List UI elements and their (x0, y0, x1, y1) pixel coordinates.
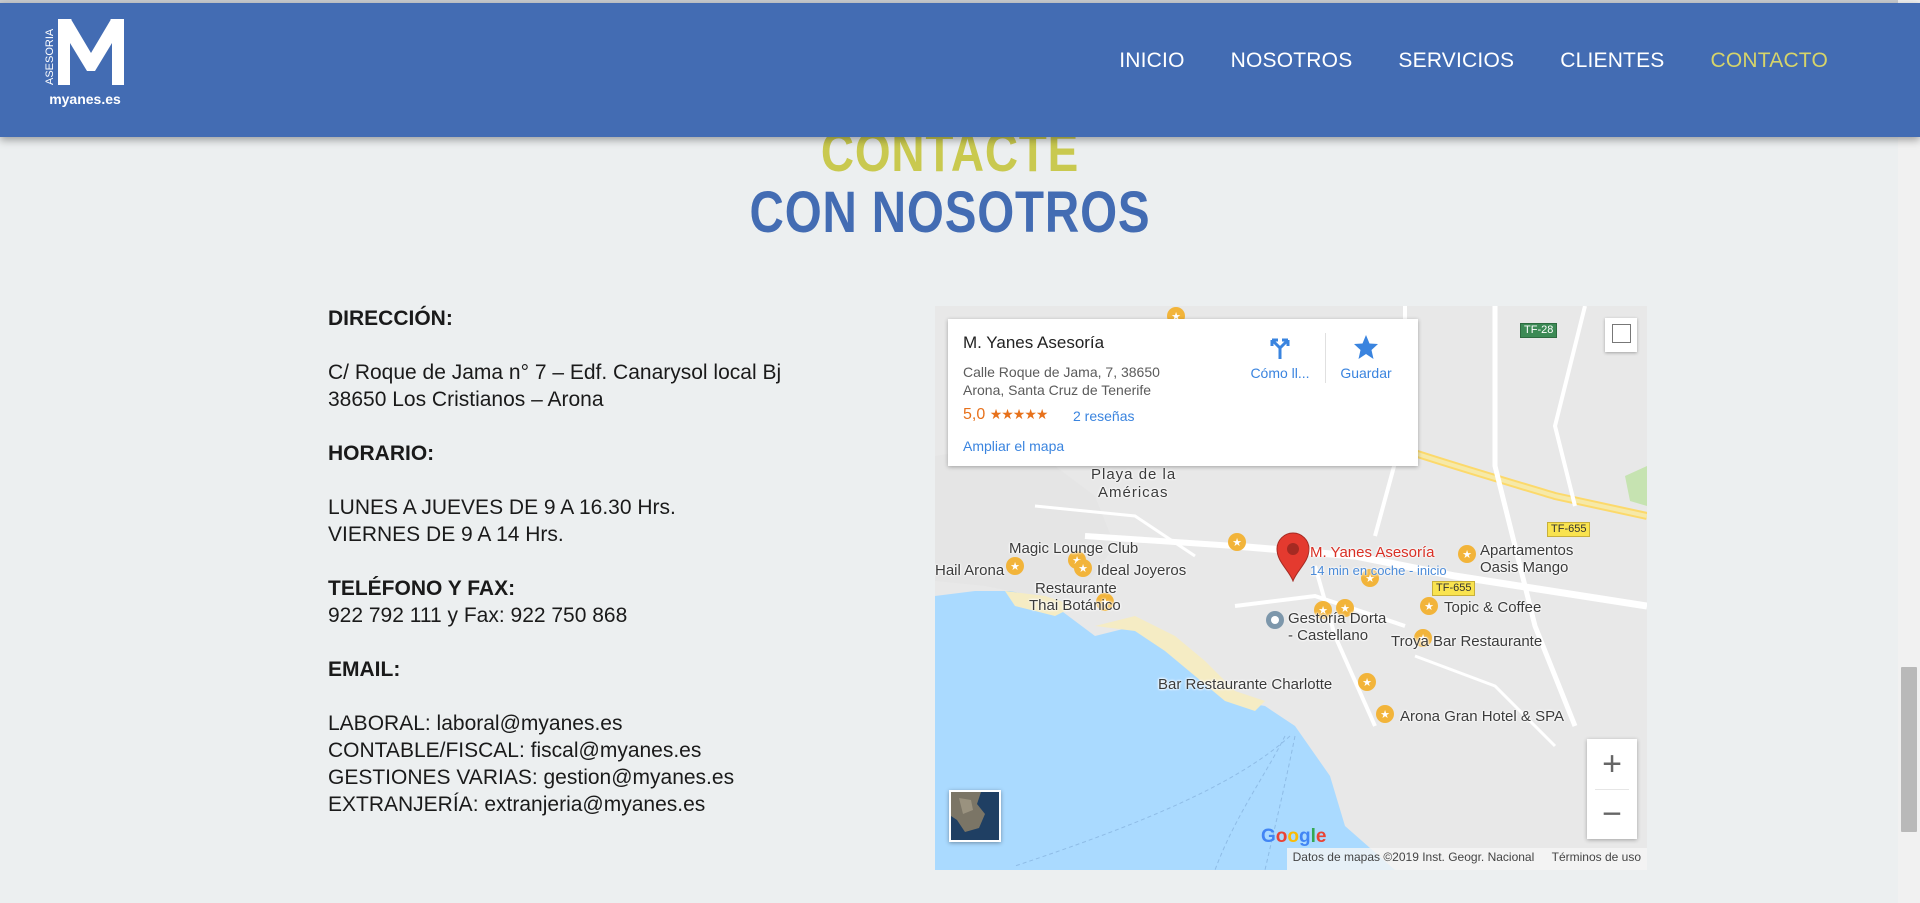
label-thai-botanico: Thai Botánico (1029, 597, 1121, 614)
nav-inicio[interactable]: INICIO (1119, 49, 1184, 73)
svg-text:★: ★ (1424, 600, 1434, 613)
svg-text:★: ★ (1380, 708, 1390, 721)
svg-text:★: ★ (1232, 536, 1242, 549)
label-apartamentos: Apartamentos (1480, 542, 1574, 559)
email-fiscal[interactable]: CONTABLE/FISCAL: fiscal@myanes.es (328, 737, 848, 764)
svg-text:★: ★ (1362, 676, 1372, 689)
phone-value: 922 792 111 y Fax: 922 750 868 (328, 604, 628, 627)
satellite-thumbnail-icon (951, 792, 999, 840)
svg-text:★: ★ (1462, 548, 1472, 561)
phone-label: TELÉFONO Y FAX: (328, 577, 516, 600)
contact-info: DIRECCIÓN: C/ Roque de Jama n° 7 – Edf. … (328, 305, 848, 818)
label-arona-hotel: Arona Gran Hotel & SPA (1400, 708, 1564, 725)
google-logo: Google (1261, 826, 1327, 847)
label-oasis-mango: Oasis Mango (1480, 559, 1569, 576)
nav-contacto[interactable]: CONTACTO (1711, 49, 1829, 73)
site-logo[interactable]: ASESORIA myanes.es (42, 17, 126, 113)
place-address: Calle Roque de Jama, 7, 38650 Arona, San… (963, 363, 1193, 399)
satellite-toggle[interactable] (949, 790, 1001, 842)
heading-con-nosotros: CON NOSOTROS (749, 180, 1151, 245)
map-data-credit: Datos de mapas ©2019 Inst. Geogr. Nacion… (1292, 850, 1535, 864)
reviews-link[interactable]: 2 reseñas (1073, 408, 1134, 424)
label-marker: M. Yanes Asesoría (1310, 544, 1435, 561)
poi-star-icon[interactable]: ★ (1375, 704, 1395, 724)
rating-value: 5,0 (963, 406, 986, 423)
google-map[interactable]: TF-28 TF-655 TF-655 ★ ★ ★ ★ ★ ★ ★ ★ ★ ★ … (935, 306, 1647, 870)
location-marker-icon[interactable] (1275, 532, 1311, 582)
poi-star-icon[interactable]: ★ (1419, 596, 1439, 616)
address-label: DIRECCIÓN: (328, 307, 453, 330)
email-laboral[interactable]: LABORAL: laboral@myanes.es (328, 710, 848, 737)
svg-text:ASESORIA: ASESORIA (44, 28, 56, 85)
directions-button[interactable]: Cómo ll... (1235, 329, 1325, 381)
scrollbar-thumb[interactable] (1901, 667, 1917, 832)
zoom-in-button[interactable]: + (1587, 739, 1637, 789)
terms-link[interactable]: Términos de uso (1552, 850, 1641, 864)
label-playa: Playa de la (1091, 466, 1177, 483)
label-charlotte: Bar Restaurante Charlotte (1158, 676, 1333, 693)
email-extranjeria[interactable]: EXTRANJERÍA: extranjeria@myanes.es (328, 791, 848, 818)
save-label: Guardar (1340, 365, 1392, 381)
nav-nosotros[interactable]: NOSOTROS (1231, 49, 1353, 73)
label-hail-arona: Hail Arona (935, 562, 1005, 579)
site-header: ASESORIA myanes.es INICIO NOSOTROS SERVI… (0, 3, 1920, 137)
zoom-control: + − (1587, 739, 1637, 839)
label-magic-lounge: Magic Lounge Club (1009, 540, 1139, 557)
svg-text:★: ★ (1078, 562, 1088, 575)
enlarge-map-link[interactable]: Ampliar el mapa (963, 438, 1064, 454)
place-address-line-2: Arona, Santa Cruz de Tenerife (963, 382, 1152, 398)
save-button[interactable]: Guardar (1321, 329, 1411, 381)
directions-label: Cómo ll... (1250, 365, 1310, 381)
poi-pin-icon[interactable] (1265, 610, 1285, 630)
label-restaurante: Restaurante (1035, 580, 1117, 597)
fullscreen-icon (1612, 324, 1631, 343)
place-card: M. Yanes Asesoría Calle Roque de Jama, 7… (948, 319, 1418, 466)
email-label: EMAIL: (328, 658, 401, 681)
rating-stars-icon: ★★★★★ (989, 406, 1049, 422)
star-icon (1354, 335, 1378, 359)
hours-line-1: LUNES A JUEVES DE 9 A 16.30 Hrs. (328, 496, 676, 519)
email-gestion[interactable]: GESTIONES VARIAS: gestion@myanes.es (328, 764, 848, 791)
label-castellano: - Castellano (1288, 627, 1369, 644)
shield-tf28: TF-28 (1520, 323, 1558, 338)
place-rating: 5,0 ★★★★★ (963, 406, 1049, 424)
poi-star-icon[interactable]: ★ (1457, 544, 1477, 564)
address-line-1: C/ Roque de Jama n° 7 – Edf. Canarysol l… (328, 361, 782, 384)
hours-line-2: VIERNES DE 9 A 14 Hrs. (328, 523, 564, 546)
label-gestoria: Gestoría Dorta (1288, 610, 1387, 627)
address-line-2: 38650 Los Cristianos – Arona (328, 388, 604, 411)
main-nav: INICIO NOSOTROS SERVICIOS CLIENTES CONTA… (1073, 49, 1828, 73)
poi-star-icon[interactable]: ★ (1227, 532, 1247, 552)
nav-clientes[interactable]: CLIENTES (1560, 49, 1664, 73)
shield-tf655-b: TF-655 (1432, 581, 1476, 596)
label-topic-coffee: Topic & Coffee (1444, 599, 1542, 616)
zoom-out-button[interactable]: − (1587, 789, 1637, 839)
label-ideal-joyeros: Ideal Joyeros (1097, 562, 1187, 579)
place-name: M. Yanes Asesoría (963, 333, 1105, 352)
label-troya-bar: Troya Bar Restaurante (1391, 633, 1543, 650)
fullscreen-button[interactable] (1605, 318, 1637, 352)
poi-star-icon[interactable]: ★ (1073, 558, 1093, 578)
nav-servicios[interactable]: SERVICIOS (1398, 49, 1514, 73)
map-attribution: Datos de mapas ©2019 Inst. Geogr. Nacion… (1286, 848, 1647, 870)
label-marker-sub[interactable]: 14 min en coche - inicio (1310, 562, 1447, 580)
directions-icon (1270, 338, 1290, 359)
logo-mark-icon: ASESORIA (42, 17, 124, 87)
place-address-line-1: Calle Roque de Jama, 7, 38650 (963, 364, 1160, 380)
svg-text:★: ★ (1010, 560, 1020, 573)
label-americas: Américas (1098, 484, 1169, 501)
shield-tf655-a: TF-655 (1547, 522, 1591, 537)
poi-star-icon[interactable]: ★ (1357, 672, 1377, 692)
logo-name: myanes.es (49, 91, 121, 107)
poi-star-icon[interactable]: ★ (1005, 556, 1025, 576)
hours-label: HORARIO: (328, 442, 435, 465)
